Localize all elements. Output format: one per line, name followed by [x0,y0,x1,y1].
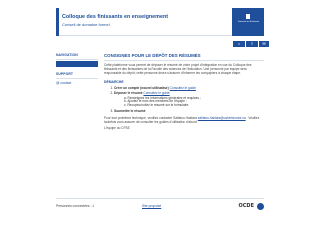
powered-by-link[interactable]: Site propulsé [142,204,161,208]
step-create-account: Créer un compte (nouvel utilisateur) Con… [114,85,264,91]
home-button[interactable]: ⌂ [233,41,245,47]
support-divider [56,78,98,79]
online-users: Personnes connectées : 1 [56,204,95,208]
substep: c. Recopiez/collez le résumé sur le form… [124,103,190,108]
sidebar: NAVIGATION SUPPORT @ contact [56,53,98,85]
footer-logo[interactable]: OCDE [239,203,255,209]
step-title: Soumettre le résumé [114,108,146,113]
support-section: SUPPORT @ contact [56,72,98,85]
step-send-abstract: Soumettre le résumé [114,108,264,114]
step-submit-abstract: Déposer le résumé Consultez le guide a. … [114,91,264,109]
guide-link[interactable]: Consultez le guide [170,86,196,90]
university-logo[interactable]: Université de Sherbrooke [232,8,264,36]
intro-paragraph: Cette plateforme vous permet de déposer … [104,63,252,75]
page-title: CONSIGNES POUR LE DÉPÔT DES RÉSUMÉS [104,53,201,58]
procedure-heading: DÉMARCHE [104,79,124,84]
menu-button[interactable]: ≡ [246,41,258,47]
support-heading: SUPPORT [56,72,74,76]
logo-text: Université de Sherbrooke [237,21,260,23]
steps-list: Créer un compte (nouvel utilisateur) Con… [104,85,264,114]
guide-link[interactable]: Consultez le guide [143,91,169,95]
step-title: Déposer le résumé [114,91,143,96]
site-title[interactable]: Colloque des finissants en enseignement [62,14,168,20]
toolbar: ⌂ ≡ ✉ [233,41,269,47]
sidebar-divider [56,59,98,60]
site-header: Colloque des finissants en enseignement … [56,8,264,36]
step-title: Créer un compte (nouvel utilisateur) [114,85,169,90]
contact-link[interactable]: @ contact [56,81,98,85]
mail-button[interactable]: ✉ [259,41,269,47]
title-divider [104,60,264,61]
site-slogan: Conseil de domaine formel [62,22,110,27]
support-email-link[interactable]: safiatou.haidara@usherbrooke.ca [198,116,246,120]
header-accent-bar [56,8,59,36]
support-paragraph: Pour tout problème technique, veuillez c… [104,116,264,125]
footer-logo-icon [257,203,264,210]
substeps: a. Renseignez les informations générales… [114,96,264,109]
shield-icon [246,14,250,19]
navigation-heading: NAVIGATION [56,53,78,57]
sidebar-active-item[interactable] [56,61,98,67]
site-footer: Personnes connectées : 1 Site propulsé O… [56,198,264,212]
main-content: CONSIGNES POUR LE DÉPÔT DES RÉSUMÉS Cett… [104,53,264,131]
sign-off: L'équipe du CFSE [104,126,130,131]
